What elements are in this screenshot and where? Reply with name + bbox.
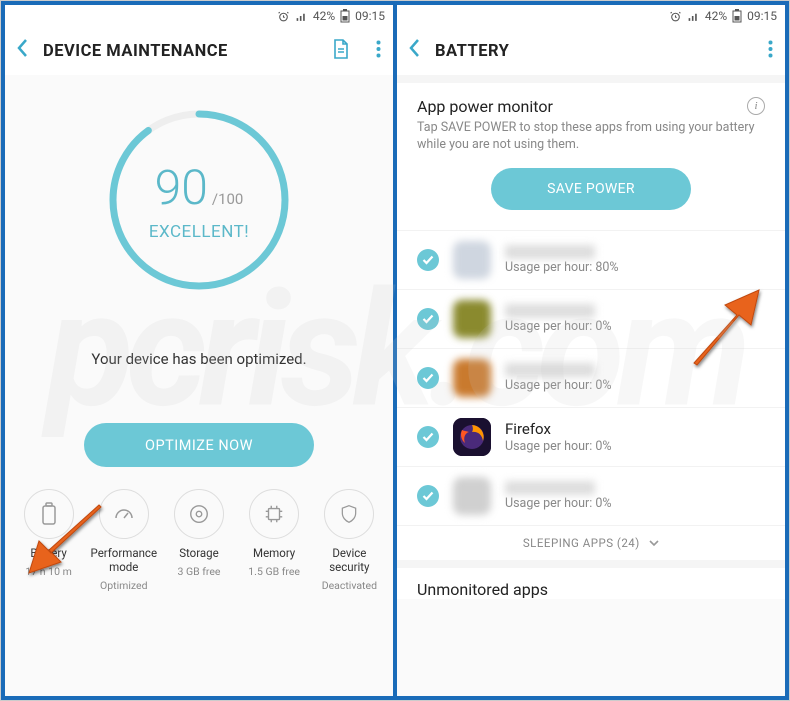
shortcuts-row: Battery 17 h 10 m Performance mode Optim… bbox=[5, 489, 393, 592]
app-icon bbox=[453, 241, 491, 279]
score-ring: 90/100 EXCELLENT! bbox=[104, 105, 294, 295]
sleeping-apps-row[interactable]: SLEEPING APPS (24) bbox=[397, 525, 785, 560]
battery-percent: 42% bbox=[313, 9, 335, 23]
status-bar: 42% 09:15 bbox=[5, 5, 393, 27]
shortcut-performance[interactable]: Performance mode Optimized bbox=[89, 489, 159, 592]
shortcut-memory[interactable]: Memory 1.5 GB free bbox=[239, 489, 309, 592]
chip-icon bbox=[249, 489, 299, 539]
optimized-message: Your device has been optimized. bbox=[5, 350, 393, 368]
document-icon[interactable] bbox=[332, 39, 350, 63]
section-title: App power monitor bbox=[417, 97, 765, 116]
shortcut-sub: 3 GB free bbox=[177, 565, 220, 578]
back-icon[interactable] bbox=[17, 38, 29, 64]
app-info: ██████Usage per hour: 0% bbox=[505, 481, 765, 511]
section-description: Tap SAVE POWER to stop these apps from u… bbox=[417, 120, 765, 154]
app-icon bbox=[453, 300, 491, 338]
shortcut-battery[interactable]: Battery 17 h 10 m bbox=[14, 489, 84, 592]
alarm-icon bbox=[669, 10, 682, 23]
unmonitored-section-title[interactable]: Unmonitored apps bbox=[397, 560, 785, 599]
app-bar: BATTERY bbox=[397, 27, 785, 75]
shortcut-storage[interactable]: Storage 3 GB free bbox=[164, 489, 234, 592]
signal-icon bbox=[687, 10, 700, 23]
page-title: BATTERY bbox=[435, 42, 754, 61]
optimize-button[interactable]: OPTIMIZE NOW bbox=[84, 423, 314, 467]
app-info: ██████Usage per hour: 0% bbox=[505, 304, 765, 334]
shortcut-label: Storage bbox=[179, 547, 219, 561]
app-row[interactable]: FirefoxUsage per hour: 0% bbox=[397, 407, 785, 466]
shortcut-sub: 17 h 10 m bbox=[25, 565, 71, 578]
save-power-button[interactable]: SAVE POWER bbox=[491, 168, 691, 210]
app-name: Firefox bbox=[505, 420, 765, 438]
battery-icon bbox=[340, 9, 350, 23]
device-maintenance-screen: 42% 09:15 DEVICE MAINTENANCE bbox=[5, 5, 393, 696]
checkbox-checked-icon[interactable] bbox=[417, 308, 439, 330]
sleeping-apps-label: SLEEPING APPS (24) bbox=[523, 536, 640, 550]
signal-icon bbox=[295, 10, 308, 23]
app-name: ██████ bbox=[505, 245, 595, 259]
app-row[interactable]: ██████Usage per hour: 0% bbox=[397, 348, 785, 407]
battery-icon bbox=[732, 9, 742, 23]
status-bar: 42% 09:15 bbox=[397, 5, 785, 27]
battery-percent: 42% bbox=[705, 9, 727, 23]
checkbox-checked-icon[interactable] bbox=[417, 367, 439, 389]
app-usage: Usage per hour: 0% bbox=[505, 439, 765, 454]
app-row[interactable]: ██████Usage per hour: 0% bbox=[397, 466, 785, 525]
app-info: FirefoxUsage per hour: 0% bbox=[505, 420, 765, 454]
power-monitor-section: i App power monitor Tap SAVE POWER to st… bbox=[397, 83, 785, 230]
page-title: DEVICE MAINTENANCE bbox=[43, 42, 318, 61]
shortcut-security[interactable]: Device security Deactivated bbox=[314, 489, 384, 592]
shortcut-sub: Optimized bbox=[100, 579, 148, 592]
app-name: ██████ bbox=[505, 304, 595, 318]
more-icon[interactable] bbox=[376, 40, 381, 62]
app-info: ██████Usage per hour: 80% bbox=[505, 245, 765, 275]
app-name: ██████ bbox=[505, 363, 595, 377]
app-bar: DEVICE MAINTENANCE bbox=[5, 27, 393, 75]
battery-screen: 42% 09:15 BATTERY i App power monitor Ta… bbox=[397, 5, 785, 696]
app-info: ██████Usage per hour: 0% bbox=[505, 363, 765, 393]
alarm-icon bbox=[277, 10, 290, 23]
shortcut-label: Battery bbox=[30, 547, 66, 561]
checkbox-checked-icon[interactable] bbox=[417, 426, 439, 448]
back-icon[interactable] bbox=[409, 38, 421, 64]
app-row[interactable]: ██████Usage per hour: 80% bbox=[397, 230, 785, 289]
storage-icon bbox=[174, 489, 224, 539]
shortcut-sub: 1.5 GB free bbox=[248, 565, 300, 578]
clock-time: 09:15 bbox=[355, 9, 385, 23]
chevron-down-icon bbox=[649, 536, 659, 550]
battery-outline-icon bbox=[24, 489, 74, 539]
clock-time: 09:15 bbox=[747, 9, 777, 23]
shortcut-label: Performance mode bbox=[89, 547, 159, 575]
shortcut-label: Device security bbox=[314, 547, 384, 575]
app-row[interactable]: ██████Usage per hour: 0% bbox=[397, 289, 785, 348]
shortcut-label: Memory bbox=[253, 547, 295, 561]
app-icon bbox=[453, 359, 491, 397]
shield-icon bbox=[324, 489, 374, 539]
shortcut-sub: Deactivated bbox=[322, 579, 377, 592]
app-icon bbox=[453, 418, 491, 456]
more-icon[interactable] bbox=[768, 40, 773, 62]
checkbox-checked-icon[interactable] bbox=[417, 249, 439, 271]
app-icon bbox=[453, 477, 491, 515]
info-icon[interactable]: i bbox=[747, 97, 765, 115]
checkbox-checked-icon[interactable] bbox=[417, 485, 439, 507]
gauge-icon bbox=[99, 489, 149, 539]
app-name: ██████ bbox=[505, 481, 595, 495]
